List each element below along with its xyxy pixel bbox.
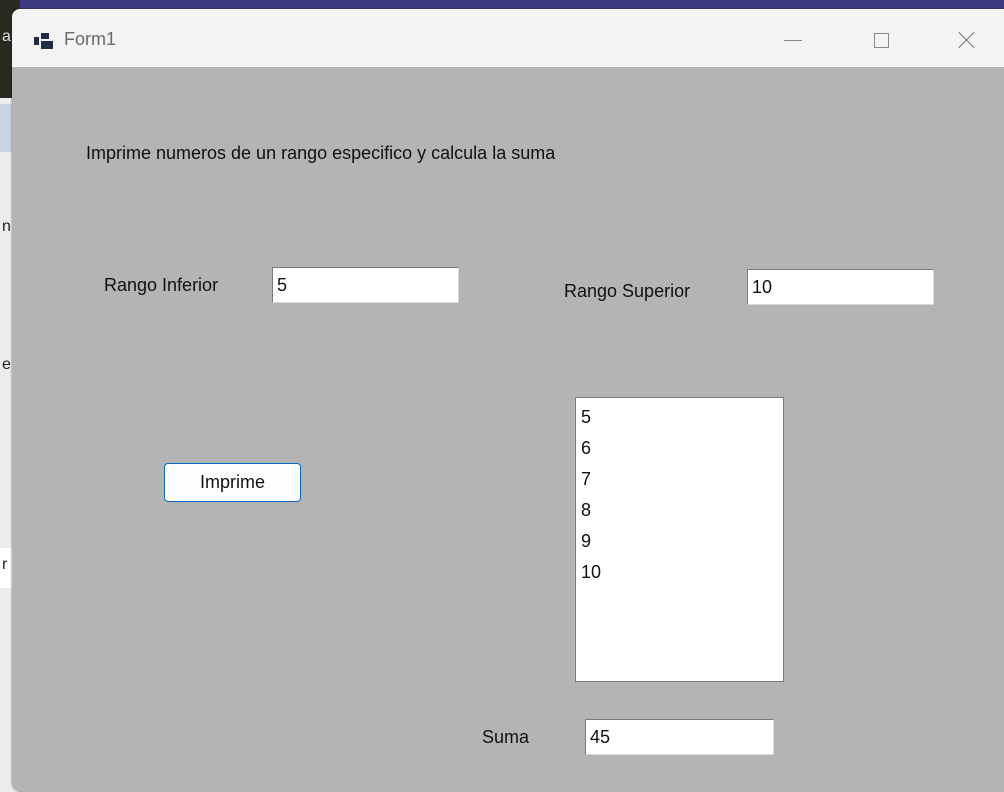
list-item[interactable]: 9 [581,526,778,557]
form-window: Form1 Imprime numeros de un rango especi… [12,9,1004,792]
sum-output[interactable]: 45 [585,719,774,755]
close-button[interactable] [944,19,990,61]
title-bar[interactable]: Form1 [12,9,1004,67]
form-app-icon [34,33,54,49]
close-icon [958,31,976,49]
print-button[interactable]: Imprime [164,463,301,502]
background-text: n [2,218,11,235]
list-item[interactable]: 10 [581,557,778,588]
list-item[interactable]: 6 [581,433,778,464]
background-text: e [2,356,11,373]
background-text: a [2,28,11,45]
list-item[interactable]: 8 [581,495,778,526]
minimize-button[interactable] [770,19,816,61]
lower-range-input[interactable]: 5 [272,267,459,303]
maximize-button[interactable] [858,19,904,61]
maximize-icon [873,32,889,48]
minimize-icon [784,39,802,41]
sum-label: Suma [482,727,530,747]
list-item[interactable]: 7 [581,464,778,495]
lower-range-label: Rango Inferior [104,275,219,295]
upper-range-label: Rango Superior [564,281,691,301]
description-label: Imprime numeros de un rango especifico y… [86,143,556,163]
background-text: r [2,556,8,573]
window-title: Form1 [64,29,117,49]
numbers-listbox[interactable]: 5 6 7 8 9 10 [575,397,784,682]
list-item[interactable]: 5 [581,402,778,433]
upper-range-input[interactable]: 10 [747,269,934,305]
form-client-area: Imprime numeros de un rango especifico y… [12,67,1004,792]
